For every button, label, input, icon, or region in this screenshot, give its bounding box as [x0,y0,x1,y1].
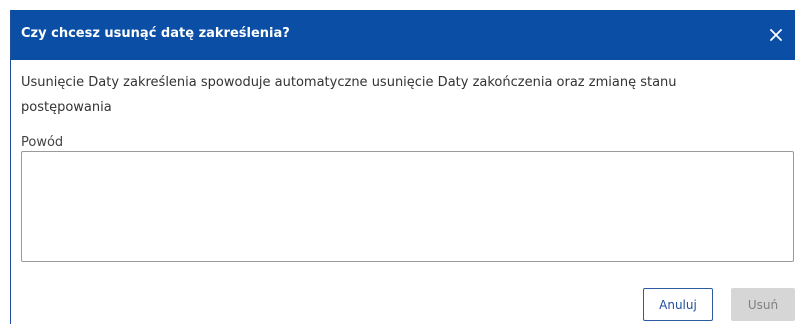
close-icon [770,29,782,41]
delete-button[interactable]: Usuń [731,288,795,321]
delete-date-dialog: Czy chcesz usunąć datę zakreślenia? Usun… [10,10,795,324]
dialog-title: Czy chcesz usunąć datę zakreślenia? [21,26,290,41]
reason-label: Powód [21,135,64,150]
cancel-button[interactable]: Anuluj [643,288,713,321]
close-button[interactable] [764,23,788,47]
dialog-message: Usunięcie Daty zakreślenia spowoduje aut… [21,75,677,115]
reason-textarea[interactable] [21,151,794,262]
dialog-header: Czy chcesz usunąć datę zakreślenia? [11,10,795,60]
